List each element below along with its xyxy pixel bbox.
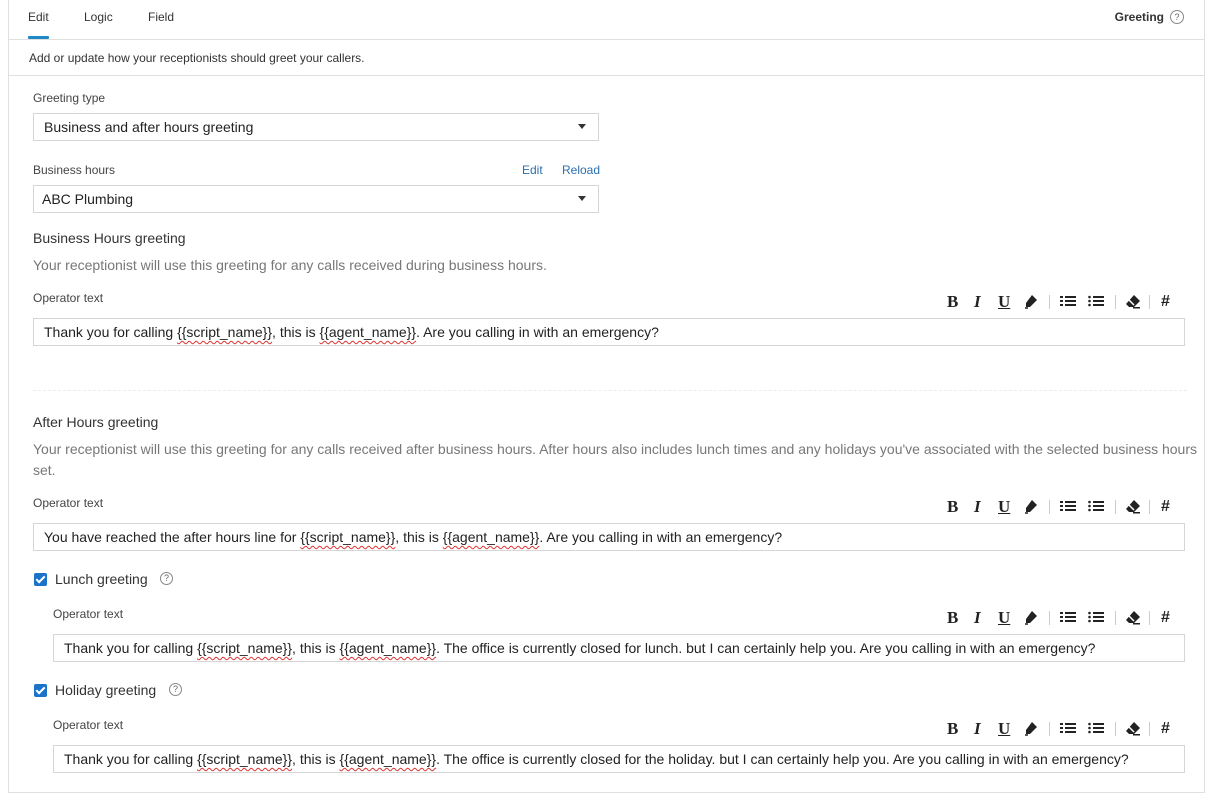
editor-toolbar: B I U # [947,609,1187,627]
ordered-list-icon[interactable] [1059,498,1077,519]
bold-button[interactable]: B [947,720,958,738]
eraser-icon[interactable] [1125,498,1141,519]
tab-logic[interactable]: Logic [84,10,113,24]
chevron-down-icon [578,196,586,201]
script-name-variable: {{script_name}} [197,751,293,767]
italic-button[interactable]: I [974,293,981,311]
bold-button[interactable]: B [947,498,958,516]
greeting-type-value: Business and after hours greeting [44,119,254,135]
business-hours-select[interactable]: ABC Plumbing [33,185,599,213]
ordered-list-icon[interactable] [1059,720,1077,741]
business-hours-value: ABC Plumbing [42,191,134,207]
variable-button[interactable]: # [1161,609,1170,627]
operator-text-label: Operator text [33,291,104,305]
variable-button[interactable]: # [1161,498,1170,516]
variable-button[interactable]: # [1161,720,1170,738]
underline-button[interactable]: U [998,720,1010,738]
bullet-list-icon[interactable] [1087,293,1105,314]
holiday-greeting-input[interactable]: Thank you for calling {{script_name}}, t… [53,745,1185,773]
editor-toolbar: B I U # [947,498,1187,516]
chevron-down-icon [578,124,586,129]
tab-field[interactable]: Field [148,10,174,24]
help-icon[interactable]: ? [160,572,173,585]
marker-icon[interactable] [1023,720,1039,741]
greeting-type-select[interactable]: Business and after hours greeting [33,113,599,141]
operator-text-label: Operator text [53,607,124,621]
greeting-panel: Edit Logic Field Greeting ? Add or updat… [8,0,1205,793]
holiday-greeting-label: Holiday greeting [55,682,157,698]
operator-text-label: Operator text [53,718,124,732]
panel-title: Greeting [1114,10,1164,24]
business-greeting-description: Your receptionist will use this greeting… [33,257,547,273]
bold-button[interactable]: B [947,293,958,311]
marker-icon[interactable] [1023,498,1039,519]
underline-button[interactable]: U [998,293,1010,311]
section-divider [33,390,1187,391]
ordered-list-icon[interactable] [1059,609,1077,630]
help-icon[interactable]: ? [169,683,182,696]
script-name-variable: {{script_name}} [197,640,293,656]
business-greeting-input[interactable]: Thank you for calling {{script_name}}, t… [33,318,1185,346]
variable-button[interactable]: # [1161,293,1170,311]
agent-name-variable: {{agent_name}} [339,751,437,767]
lunch-greeting-input[interactable]: Thank you for calling {{script_name}}, t… [53,634,1185,662]
after-hours-greeting-description: Your receptionist will use this greeting… [33,441,1198,457]
editor-toolbar: B I U # [947,293,1187,311]
bullet-list-icon[interactable] [1087,498,1105,519]
lunch-greeting-checkbox[interactable] [34,573,47,586]
eraser-icon[interactable] [1125,720,1141,741]
eraser-icon[interactable] [1125,293,1141,314]
business-greeting-title: Business Hours greeting [33,230,186,246]
marker-icon[interactable] [1023,293,1039,314]
business-hours-reload-link[interactable]: Reload [562,163,600,177]
italic-button[interactable]: I [974,720,981,738]
tab-bar: Edit Logic Field Greeting ? [9,0,1204,40]
after-hours-greeting-title: After Hours greeting [33,414,159,430]
lunch-greeting-label: Lunch greeting [55,571,148,587]
greeting-type-label: Greeting type [33,91,106,105]
divider [9,75,1204,76]
help-icon[interactable]: ? [1170,10,1184,24]
italic-button[interactable]: I [974,498,981,516]
marker-icon[interactable] [1023,609,1039,630]
tab-edit[interactable]: Edit [28,10,49,39]
underline-button[interactable]: U [998,498,1010,516]
script-name-variable: {{script_name}} [177,324,273,340]
bullet-list-icon[interactable] [1087,720,1105,741]
holiday-greeting-checkbox[interactable] [34,684,47,697]
business-hours-edit-link[interactable]: Edit [522,163,543,177]
ordered-list-icon[interactable] [1059,293,1077,314]
agent-name-variable: {{agent_name}} [319,324,417,340]
script-name-variable: {{script_name}} [300,529,396,545]
bold-button[interactable]: B [947,609,958,627]
intro-text: Add or update how your receptionists sho… [29,51,365,65]
after-hours-greeting-description-cont: set. [33,462,56,478]
business-hours-label: Business hours [33,163,116,177]
bullet-list-icon[interactable] [1087,609,1105,630]
underline-button[interactable]: U [998,609,1010,627]
agent-name-variable: {{agent_name}} [339,640,437,656]
italic-button[interactable]: I [974,609,981,627]
editor-toolbar: B I U # [947,720,1187,738]
eraser-icon[interactable] [1125,609,1141,630]
after-hours-greeting-input[interactable]: You have reached the after hours line fo… [33,523,1185,551]
agent-name-variable: {{agent_name}} [442,529,540,545]
operator-text-label: Operator text [33,496,104,510]
